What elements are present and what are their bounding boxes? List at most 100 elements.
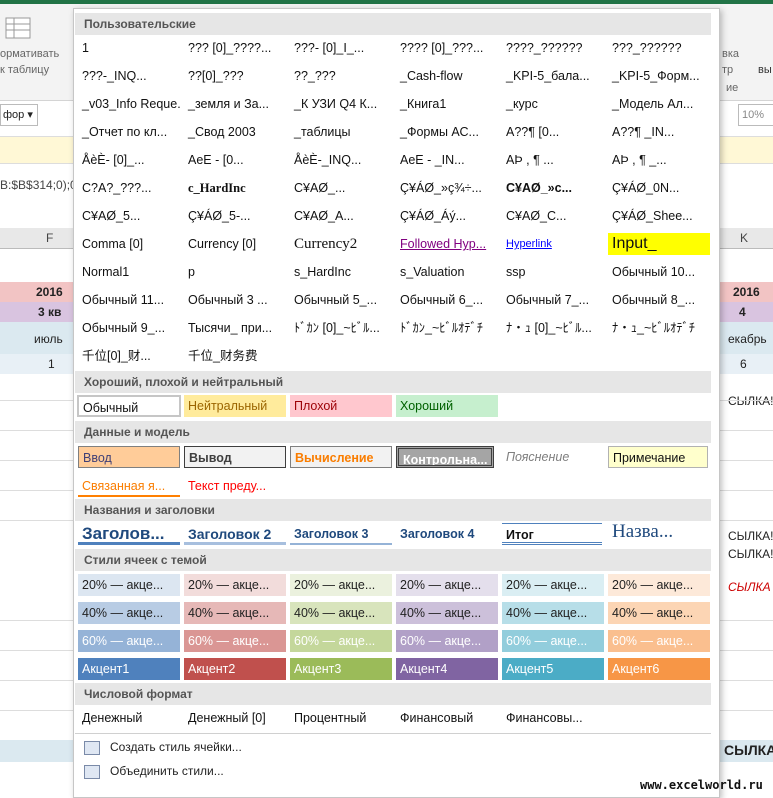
custom-style-6-3[interactable]: Ç¥ÁØ_Áý... — [396, 205, 498, 227]
custom-style-3-3[interactable]: _Формы АС... — [396, 121, 498, 143]
custom-style-1-3[interactable]: _Cash-flow — [396, 65, 498, 87]
link-cell-4[interactable]: СЫЛКА — [728, 580, 771, 594]
number-left[interactable]: 1 — [48, 357, 55, 371]
custom-style-0-5[interactable]: ???_?????? — [608, 37, 710, 59]
zoom-box[interactable]: 10% — [738, 104, 773, 126]
custom-style-4-4[interactable]: AÞ , ¶ ... — [502, 149, 604, 171]
style-bad[interactable]: Плохой — [290, 395, 392, 417]
themed-style-20-3[interactable]: 20% — акце... — [290, 574, 392, 596]
custom-style-3-4[interactable]: A??¶ [0... — [502, 121, 604, 143]
custom-style-6-1[interactable]: Ç¥ÁØ_5-... — [184, 205, 286, 227]
format-as-table-label-1[interactable]: ормативать — [0, 48, 59, 60]
ribbon-label-right-1[interactable]: вка — [722, 48, 739, 60]
custom-style-3-2[interactable]: _таблицы — [290, 121, 392, 143]
style-heading-1[interactable]: Заголов... — [78, 523, 180, 545]
custom-style-5-3[interactable]: Ç¥ÁØ_»ç¾÷... — [396, 177, 498, 199]
custom-style-1-5[interactable]: _KPI-5_Форм... — [608, 65, 710, 87]
custom-style-7-5[interactable]: Input_ — [608, 233, 710, 255]
themed-style-20-4[interactable]: 20% — акце... — [396, 574, 498, 596]
custom-style-9-5[interactable]: Обычный 8_... — [608, 289, 710, 311]
style-comma[interactable]: Финансовый — [396, 707, 498, 729]
themed-style-20-6[interactable]: 20% — акце... — [608, 574, 710, 596]
merge-styles-menu-item[interactable]: Объединить стили... — [84, 761, 224, 781]
custom-style-6-4[interactable]: C¥AØ_C... — [502, 205, 604, 227]
style-input[interactable]: Ввод — [78, 446, 180, 468]
year-right[interactable]: 2016 — [733, 285, 760, 299]
custom-style-11-1[interactable]: 千位_财务费 — [184, 345, 286, 367]
link-cell-3[interactable]: СЫЛКА! — [728, 547, 773, 561]
custom-style-2-5[interactable]: _Модель Ал... — [608, 93, 710, 115]
style-neutral[interactable]: Нейтральный — [184, 395, 286, 417]
style-linked-cell[interactable]: Связанная я... — [78, 475, 180, 497]
custom-style-7-3[interactable]: Followed Hyp... — [396, 233, 498, 255]
style-good[interactable]: Хороший — [396, 395, 498, 417]
custom-style-6-0[interactable]: C¥AØ_5... — [78, 205, 180, 227]
themed-style-60-1[interactable]: 60% — акце... — [78, 630, 180, 652]
new-cell-style-menu-item[interactable]: Создать стиль ячейки... — [84, 737, 242, 757]
themed-style-60-5[interactable]: 60% — акце... — [502, 630, 604, 652]
custom-style-4-3[interactable]: AeE - _IN... — [396, 149, 498, 171]
custom-style-0-1[interactable]: ??? [0]_????... — [184, 37, 286, 59]
style-normal[interactable]: Обычный — [77, 395, 181, 417]
style-currency[interactable]: Денежный — [78, 707, 180, 729]
style-warning-text[interactable]: Текст преду... — [184, 475, 286, 497]
custom-style-9-0[interactable]: Обычный 11... — [78, 289, 180, 311]
style-calculation[interactable]: Вычисление — [290, 446, 392, 468]
custom-style-2-2[interactable]: _К УЗИ Q4 К... — [290, 93, 392, 115]
custom-style-11-0[interactable]: 千位[0]_财... — [78, 345, 180, 367]
style-heading-2[interactable]: Заголовок 2 — [184, 523, 286, 545]
custom-style-8-4[interactable]: ssp — [502, 261, 604, 283]
link-cell-2[interactable]: СЫЛКА! — [728, 529, 773, 543]
themed-style-accent-4[interactable]: Акцент4 — [396, 658, 498, 680]
themed-style-40-1[interactable]: 40% — акце... — [78, 602, 180, 624]
custom-style-1-4[interactable]: _KPI-5_бала... — [502, 65, 604, 87]
year-left[interactable]: 2016 — [36, 285, 63, 299]
custom-style-4-5[interactable]: AÞ , ¶ _... — [608, 149, 710, 171]
formula-text[interactable]: B:$B$314;0);0 — [0, 178, 77, 192]
themed-style-accent-6[interactable]: Акцент6 — [608, 658, 710, 680]
custom-style-10-3[interactable]: ﾄﾞｶﾝ_~ﾋﾞﾙｵﾃﾞﾁ — [396, 317, 498, 339]
custom-style-5-2[interactable]: C¥AØ_... — [290, 177, 392, 199]
format-as-table-label-2[interactable]: к таблицу — [0, 64, 49, 76]
custom-style-9-2[interactable]: Обычный 5_... — [290, 289, 392, 311]
custom-style-0-2[interactable]: ???- [0]_I_... — [290, 37, 392, 59]
custom-style-2-3[interactable]: _Книга1 — [396, 93, 498, 115]
style-explanatory[interactable]: Пояснение — [502, 446, 604, 468]
custom-style-8-0[interactable]: Normal1 — [78, 261, 180, 283]
month-right[interactable]: екабрь — [728, 332, 767, 346]
month-left[interactable]: июль — [34, 332, 63, 346]
style-currency-0[interactable]: Денежный [0] — [184, 707, 286, 729]
number-right[interactable]: 6 — [740, 357, 747, 371]
ribbon-label-right-3[interactable]: вы — [758, 64, 772, 76]
custom-style-3-0[interactable]: _Отчет по кл... — [78, 121, 180, 143]
custom-style-7-4[interactable]: Hyperlink — [502, 233, 604, 255]
custom-style-4-2[interactable]: ÅèÈ-_INQ... — [290, 149, 392, 171]
font-dropdown[interactable]: фор ▾ — [0, 104, 38, 126]
themed-style-60-6[interactable]: 60% — акце... — [608, 630, 710, 652]
themed-style-accent-5[interactable]: Акцент5 — [502, 658, 604, 680]
custom-style-8-2[interactable]: s_HardInc — [290, 261, 392, 283]
style-comma-0[interactable]: Финансовы... — [502, 707, 604, 729]
link-cell-1[interactable]: СЫЛКА! — [728, 394, 773, 408]
custom-style-10-4[interactable]: ﾅ・ｭ [0]_~ﾋﾞﾙ... — [502, 317, 604, 339]
quarter-right[interactable]: 4 — [739, 305, 746, 319]
custom-style-2-4[interactable]: _курс — [502, 93, 604, 115]
custom-style-3-1[interactable]: _Свод 2003 — [184, 121, 286, 143]
column-f-header[interactable]: F — [46, 231, 53, 245]
themed-style-accent-1[interactable]: Акцент1 — [78, 658, 180, 680]
custom-style-4-1[interactable]: AeE - [0... — [184, 149, 286, 171]
custom-style-8-1[interactable]: p — [184, 261, 286, 283]
themed-style-60-2[interactable]: 60% — акце... — [184, 630, 286, 652]
custom-style-7-2[interactable]: Currency2 — [290, 233, 392, 255]
themed-style-40-2[interactable]: 40% — акце... — [184, 602, 286, 624]
style-note[interactable]: Примечание — [608, 446, 708, 468]
quarter-left[interactable]: 3 кв — [38, 305, 61, 319]
custom-style-5-1[interactable]: c_HardInc — [184, 177, 286, 199]
themed-style-40-4[interactable]: 40% — акце... — [396, 602, 498, 624]
style-check-cell[interactable]: Контрольна... — [396, 446, 494, 468]
themed-style-60-3[interactable]: 60% — акце... — [290, 630, 392, 652]
style-total[interactable]: Итог — [502, 523, 602, 545]
custom-style-10-1[interactable]: Тысячи_ при... — [184, 317, 286, 339]
style-title[interactable]: Назва... — [608, 521, 710, 543]
custom-style-0-0[interactable]: 1 — [78, 37, 180, 59]
